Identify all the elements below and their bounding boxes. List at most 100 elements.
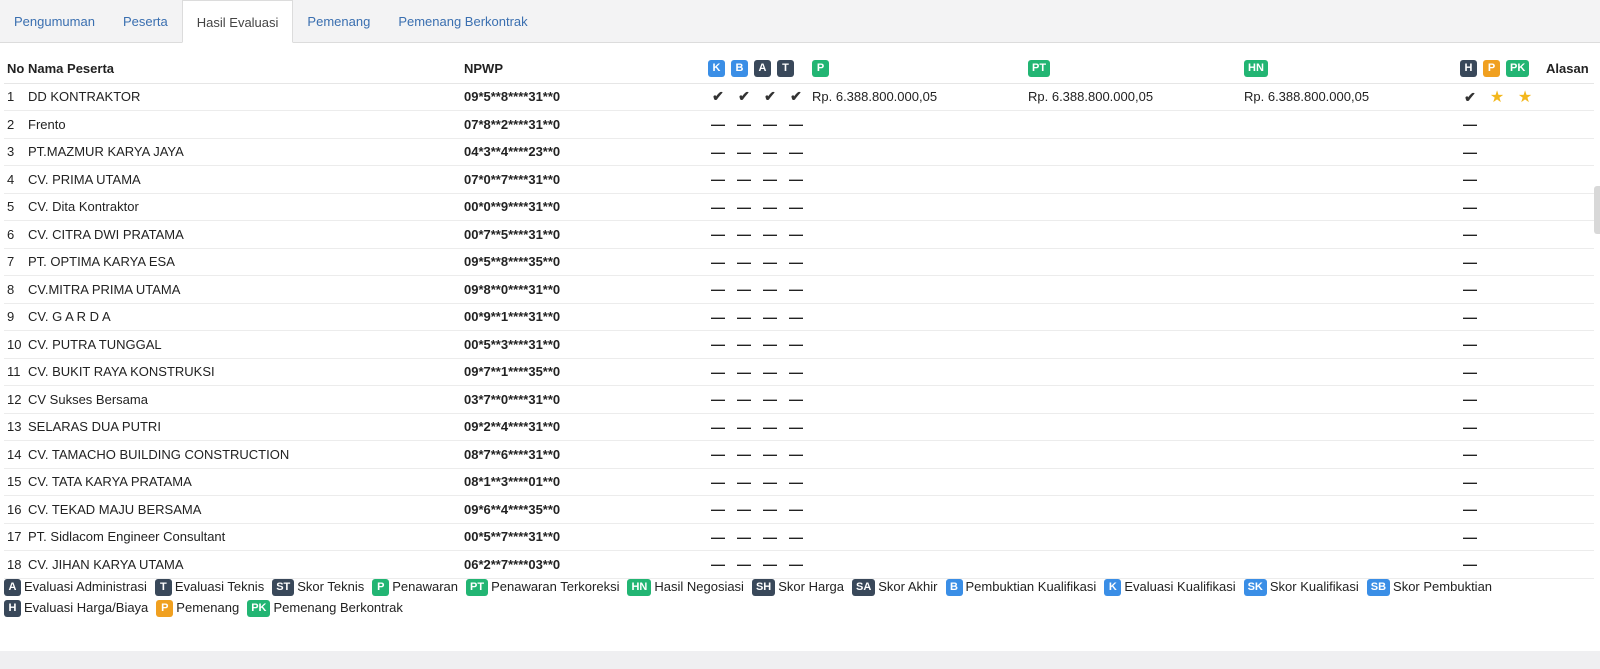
- row-h-p-pk-marks: —: [1460, 110, 1544, 139]
- tab-pemenang[interactable]: Pemenang: [293, 0, 384, 42]
- legend-item: H Evaluasi Harga/Biaya: [4, 597, 148, 618]
- row-hasil-negosiasi: [1244, 110, 1460, 139]
- row-npwp: 09*7**1****35**0: [464, 358, 708, 386]
- table-row: 3 PT.MAZMUR KARYA JAYA 04*3**4****23**0— — —…: [4, 138, 1594, 166]
- row-penawaran-terkoreksi: [1028, 385, 1244, 414]
- legend-badge: SH: [751, 579, 776, 597]
- row-npwp: 00*0**9****31**0: [464, 193, 708, 221]
- row-kbat-marks: — — — —: [708, 193, 812, 221]
- dash-icon: —: [737, 198, 751, 215]
- row-name: DD KONTRAKTOR: [28, 83, 464, 111]
- row-h-p-pk-marks: ✔ ★ ★: [1460, 83, 1544, 111]
- dash-icon: —: [1463, 391, 1477, 408]
- dash-icon: —: [763, 171, 777, 188]
- legend-badge: PT: [466, 579, 489, 597]
- row-no: 13: [4, 413, 28, 441]
- row-penawaran-terkoreksi: [1028, 495, 1244, 524]
- star-icon: ★: [1489, 88, 1505, 106]
- row-alasan: [1544, 138, 1594, 166]
- row-kbat-marks: — — — —: [708, 165, 812, 194]
- dash-icon: —: [789, 281, 803, 298]
- dash-icon: —: [789, 308, 803, 325]
- dash-icon: —: [1463, 226, 1477, 243]
- row-no: 14: [4, 440, 28, 469]
- dash-icon: —: [711, 363, 725, 380]
- row-alasan: [1544, 468, 1594, 496]
- table-row: 1 DD KONTRAKTOR 09*5**8****31**0 ✔ ✔ ✔ ✔ Rp. 6.…: [4, 83, 1594, 111]
- row-hasil-negosiasi: [1244, 220, 1460, 249]
- evaluation-panel: No Nama Peserta NPWP KBAT P PT HN H P PK A…: [0, 43, 1600, 651]
- dash-icon: —: [763, 308, 777, 325]
- row-no: 12: [4, 385, 28, 414]
- legend: A Evaluasi Administrasi T Evaluasi Teknis ST…: [4, 576, 1584, 618]
- dash-icon: —: [711, 308, 725, 325]
- row-h-p-pk-marks: —: [1460, 495, 1544, 524]
- tab-peserta[interactable]: Peserta: [109, 0, 182, 42]
- row-alasan: [1544, 83, 1594, 111]
- row-name: CV. Dita Kontraktor: [28, 193, 464, 221]
- dash-icon: —: [763, 501, 777, 518]
- row-name: CV. JIHAN KARYA UTAMA: [28, 550, 464, 579]
- row-penawaran: [812, 413, 1028, 441]
- row-penawaran-terkoreksi: [1028, 248, 1244, 276]
- legend-badge: K: [1104, 579, 1122, 597]
- dash-icon: —: [737, 391, 751, 408]
- row-npwp: 09*2**4****31**0: [464, 413, 708, 441]
- dash-icon: —: [711, 556, 725, 573]
- row-h-p-pk-marks: —: [1460, 330, 1544, 359]
- dash-icon: —: [1463, 363, 1477, 380]
- legend-badge: SA: [851, 579, 876, 597]
- legend-label: Skor Akhir: [878, 579, 938, 594]
- row-alasan: [1544, 165, 1594, 194]
- legend-item: A Evaluasi Administrasi: [4, 576, 147, 597]
- row-npwp: 03*7**0****31**0: [464, 385, 708, 414]
- row-kbat-marks: — — — —: [708, 385, 812, 414]
- table-row: 11 CV. BUKIT RAYA KONSTRUKSI 09*7**1****35…: [4, 358, 1594, 386]
- dash-icon: —: [711, 253, 725, 270]
- header-no: No: [4, 55, 28, 84]
- legend-badge: SK: [1243, 579, 1267, 597]
- row-kbat-marks: — — — —: [708, 468, 812, 496]
- row-no: 4: [4, 165, 28, 194]
- dash-icon: —: [737, 336, 751, 353]
- row-npwp: 00*5**7****31**0: [464, 523, 708, 551]
- row-penawaran: [812, 110, 1028, 139]
- dash-icon: —: [789, 556, 803, 573]
- row-penawaran: [812, 138, 1028, 166]
- dash-icon: —: [1463, 116, 1477, 133]
- table-row: 13 SELARAS DUA PUTRI 09*2**4****31**0— — — — —: [4, 413, 1594, 441]
- row-penawaran-terkoreksi: [1028, 275, 1244, 304]
- dash-icon: —: [763, 143, 777, 160]
- tab-pengumuman[interactable]: Pengumuman: [0, 0, 109, 42]
- row-alasan: [1544, 358, 1594, 386]
- row-h-p-pk-marks: —: [1460, 440, 1544, 469]
- row-penawaran-terkoreksi: [1028, 440, 1244, 469]
- row-h-p-pk-marks: —: [1460, 248, 1544, 276]
- row-h-p-pk-marks: —: [1460, 385, 1544, 414]
- legend-label: Pemenang Berkontrak: [273, 600, 403, 615]
- header-pt: PT: [1028, 55, 1244, 84]
- check-icon: ✔: [738, 88, 750, 105]
- badge-a: A: [754, 60, 771, 78]
- row-penawaran-terkoreksi: Rp. 6.388.800.000,05: [1028, 83, 1244, 111]
- row-hasil-negosiasi: [1244, 303, 1460, 331]
- row-name: PT. OPTIMA KARYA ESA: [28, 248, 464, 276]
- legend-item: SK Skor Kualifikasi: [1243, 576, 1359, 597]
- tab-pemenang-berkontrak[interactable]: Pemenang Berkontrak: [384, 0, 541, 42]
- row-npwp: 09*5**8****35**0: [464, 248, 708, 276]
- legend-badge: HN: [627, 579, 652, 597]
- row-alasan: [1544, 550, 1594, 579]
- row-alasan: [1544, 248, 1594, 276]
- row-hasil-negosiasi: [1244, 495, 1460, 524]
- row-penawaran-terkoreksi: [1028, 193, 1244, 221]
- row-hasil-negosiasi: [1244, 523, 1460, 551]
- evaluation-table: No Nama Peserta NPWP KBAT P PT HN H P PK A…: [4, 55, 1594, 579]
- dash-icon: —: [1463, 198, 1477, 215]
- scrollbar-handle[interactable]: [1594, 186, 1600, 234]
- row-penawaran-terkoreksi: [1028, 550, 1244, 579]
- legend-badge: P: [372, 579, 390, 597]
- legend-badge: P: [156, 600, 174, 618]
- dash-icon: —: [1463, 336, 1477, 353]
- row-alasan: [1544, 193, 1594, 221]
- tab-hasil-evaluasi[interactable]: Hasil Evaluasi: [181, 0, 294, 43]
